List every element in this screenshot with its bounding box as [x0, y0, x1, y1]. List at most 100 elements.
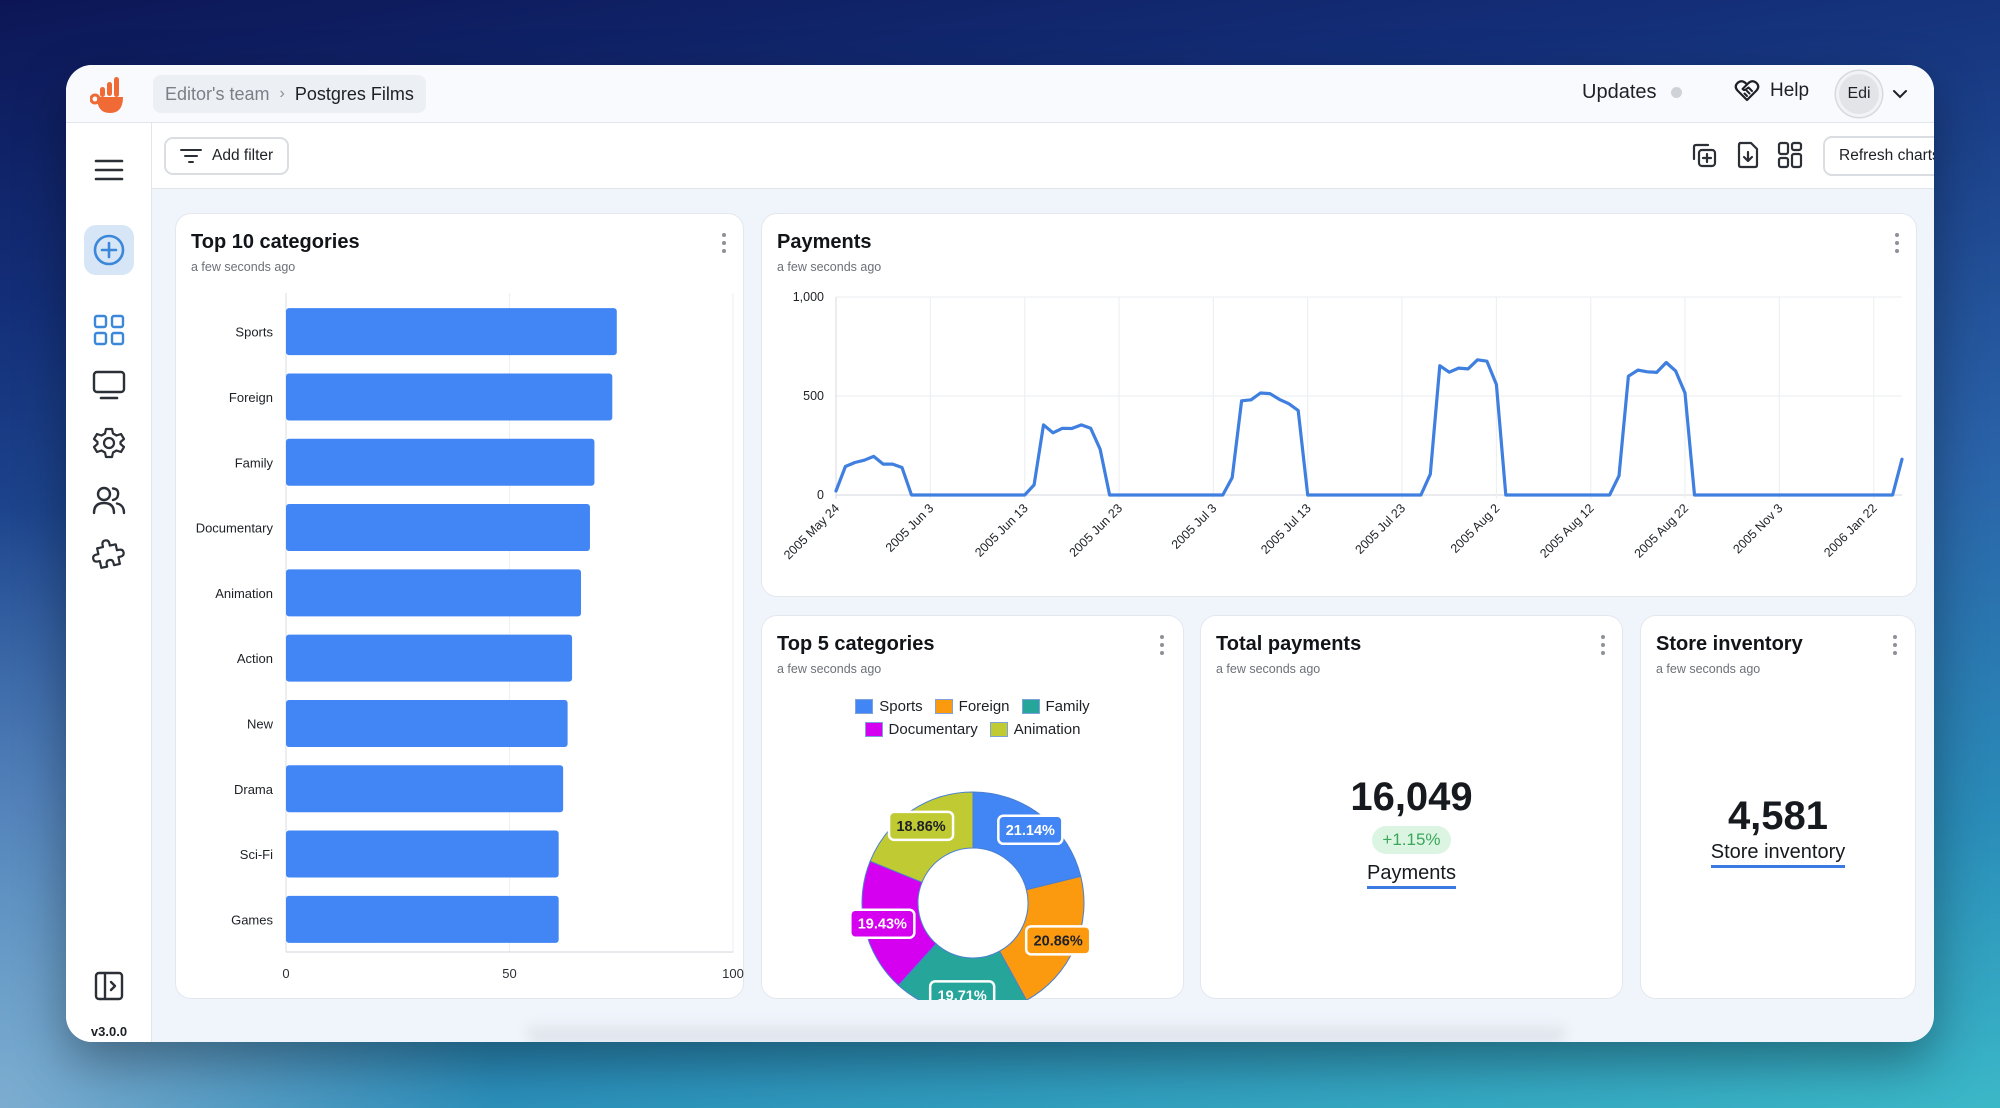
sidebar-item-add[interactable]: [84, 225, 134, 275]
bar: [286, 765, 564, 813]
kpi-value: 4,581: [1727, 794, 1829, 838]
x-tick-label: 2006 Jan 22: [1821, 501, 1880, 560]
updates-label: Updates: [1582, 81, 1657, 103]
bar: [286, 830, 559, 878]
puzzle-icon: [92, 539, 125, 569]
x-tick-label: 2005 Jun 13: [972, 501, 1031, 560]
y-category-label: Drama: [234, 782, 274, 797]
x-tick-label: 2005 Jun 23: [1067, 501, 1126, 560]
card-title: Store inventory: [1656, 633, 1803, 655]
monitor-icon: [92, 370, 126, 400]
grid-icon: [93, 314, 125, 346]
y-tick-label: 0: [817, 488, 824, 502]
sidebar-item-users[interactable]: [84, 475, 134, 525]
bar: [286, 373, 613, 421]
version-label: v3.0.0: [90, 1024, 128, 1039]
updates-status-dot: [1670, 87, 1682, 98]
sidebar-item-expand[interactable]: [84, 961, 134, 1011]
users-icon: [92, 486, 126, 515]
refresh-charts-label: Refresh charts: [1839, 147, 1934, 164]
x-tick-label: 2005 Jul 23: [1353, 501, 1409, 557]
heart-handshake-icon: [1734, 80, 1760, 102]
app-logo-icon[interactable]: [90, 73, 134, 115]
y-category-label: Documentary: [196, 521, 274, 536]
chevron-down-icon[interactable]: [1892, 89, 1908, 99]
hamburger-icon: [94, 159, 124, 181]
sidebar-item-screens[interactable]: [84, 361, 134, 411]
dashboard-toolbar: Add filter Refresh charts: [152, 123, 1934, 189]
x-tick-label: 100: [722, 966, 744, 981]
x-tick-label: 2005 May 24: [781, 501, 842, 562]
export-button[interactable]: [1732, 139, 1764, 171]
x-tick-label: 2005 Jul 13: [1258, 501, 1314, 557]
sidebar-expand-icon: [94, 971, 124, 1001]
duplicate-button[interactable]: [1688, 139, 1720, 171]
slice-percent-label: 20.86%: [1034, 933, 1083, 949]
change-badge: +1.15%: [1372, 826, 1451, 854]
card-title: Total payments: [1216, 633, 1362, 655]
help-button[interactable]: Help: [1734, 79, 1809, 103]
breadcrumb-team-link[interactable]: Editor's team: [165, 84, 269, 105]
sidebar-item-settings[interactable]: [84, 418, 134, 468]
bar: [286, 504, 590, 552]
bar: [286, 438, 595, 486]
card-menu-button[interactable]: [1887, 632, 1903, 658]
x-tick-label: 50: [502, 966, 516, 981]
y-category-label: New: [247, 716, 274, 731]
kpi-block: 4,581 Store inventory: [1641, 794, 1915, 868]
y-category-label: Action: [237, 651, 273, 666]
kpi-value: 16,049: [1350, 775, 1473, 819]
x-tick-label: 2005 Aug 2: [1448, 501, 1503, 556]
chevron-right-icon: ›: [279, 85, 285, 102]
avatar[interactable]: Edi: [1836, 71, 1882, 117]
updates-button[interactable]: Updates: [1582, 81, 1682, 104]
y-category-label: Family: [235, 455, 274, 470]
add-filter-label: Add filter: [212, 147, 274, 164]
card-store-inventory: Store inventory a few seconds ago 4,581 …: [1640, 615, 1916, 999]
kpi-label-link[interactable]: Payments: [1367, 862, 1456, 889]
sidebar: v3.0.0: [66, 123, 152, 1042]
export-icon: [1737, 141, 1759, 169]
user-menu[interactable]: Edi: [1836, 71, 1908, 117]
kpi-label-link[interactable]: Store inventory: [1710, 841, 1846, 868]
slice-percent-label: 19.43%: [858, 917, 907, 933]
top-10-bar-chart: 0 50 100 Sports Foreign Family Documentary Anim…: [196, 293, 744, 981]
card-menu-button[interactable]: [1595, 632, 1611, 658]
card-top-5-categories: Top 5 categories a few seconds ago Sport…: [761, 615, 1184, 1000]
sidebar-item-dashboards[interactable]: [84, 305, 134, 355]
card-total-payments: Total payments a few seconds ago 16,049 …: [1200, 615, 1623, 999]
bar: [286, 634, 573, 682]
slice-percent-label: 21.14%: [1006, 823, 1055, 839]
x-tick-label: 2005 Aug 22: [1632, 501, 1692, 561]
x-tick-label: 2005 Jul 3: [1169, 501, 1220, 552]
breadcrumb: Editor's team › Postgres Films: [153, 75, 426, 113]
y-category-label: Sports: [235, 325, 273, 340]
y-tick-label: 500: [803, 389, 824, 403]
top-5-donut-chart: 21.14% 20.86% 19.71% 19.43% 18.86%: [849, 791, 1092, 1000]
y-category-label: Sci-Fi: [240, 847, 273, 862]
refresh-charts-button[interactable]: Refresh charts: [1823, 136, 1934, 176]
duplicate-icon: [1692, 143, 1717, 168]
bar: [286, 895, 559, 943]
x-tick-label: 2005 Aug 12: [1537, 501, 1597, 561]
sidebar-item-menu[interactable]: [84, 145, 134, 195]
layout-button[interactable]: [1774, 139, 1806, 171]
help-label: Help: [1770, 80, 1810, 101]
y-category-label: Games: [231, 912, 273, 927]
payments-series-line: [834, 358, 1904, 497]
sidebar-item-integrations[interactable]: [84, 531, 134, 581]
x-tick-label: 2005 Jun 3: [883, 501, 937, 555]
bar: [286, 699, 568, 747]
gear-icon: [92, 427, 126, 459]
layout-icon: [1777, 141, 1803, 169]
bar: [286, 308, 617, 356]
bar: [286, 569, 582, 617]
add-filter-button[interactable]: Add filter: [164, 137, 290, 175]
slice-percent-label: 19.71%: [938, 988, 987, 1000]
x-tick-label: 2005 Nov 3: [1730, 501, 1785, 556]
breadcrumb-current-page[interactable]: Postgres Films: [295, 84, 414, 105]
slice-percent-label: 18.86%: [896, 819, 945, 835]
y-tick-label: 1,000: [793, 290, 824, 304]
card-subtitle: a few seconds ago: [1216, 662, 1321, 676]
card-top-10-categories: Top 10 categories a few seconds ago 0 50 1…: [175, 213, 744, 999]
